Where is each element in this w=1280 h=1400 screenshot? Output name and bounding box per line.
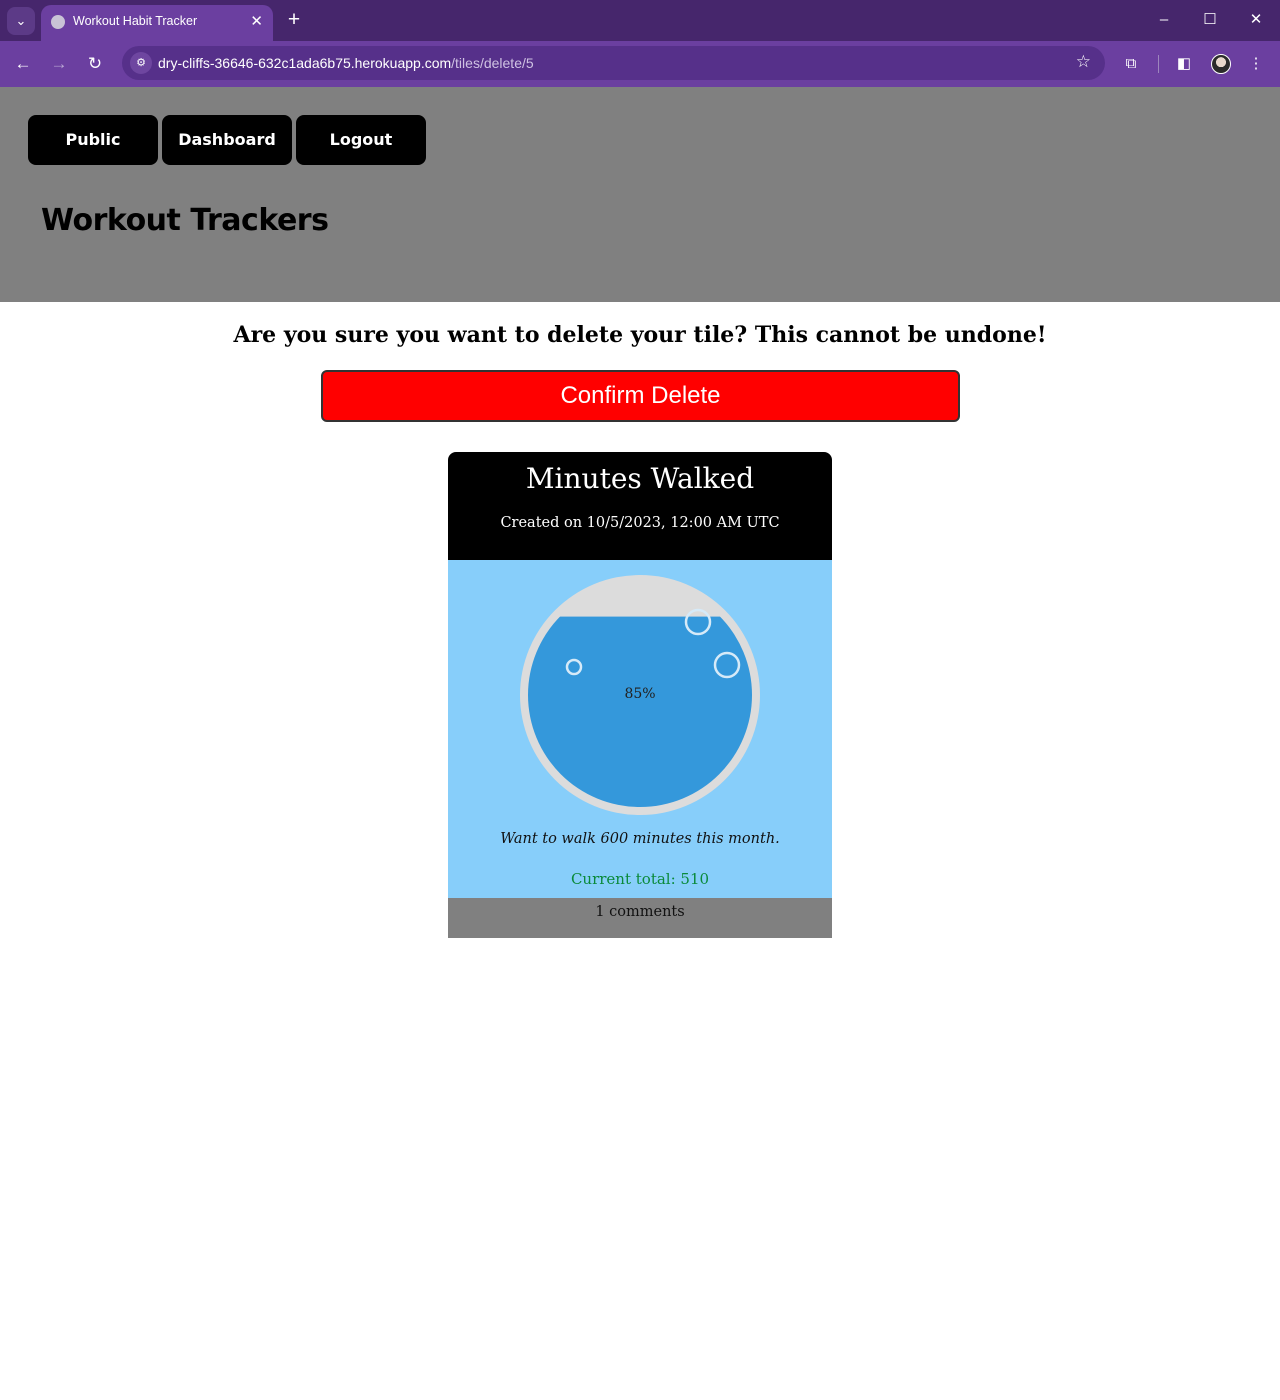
- address-bar[interactable]: ⚙ dry-cliffs-36646-632c1ada6b75.herokuap…: [122, 46, 1105, 80]
- gauge-water-fill: [528, 616, 752, 807]
- page-title: Workout Trackers: [41, 203, 329, 238]
- tile-title: Minutes Walked: [525, 462, 755, 495]
- tab-search-icon[interactable]: ⌄: [7, 7, 35, 35]
- menu-kebab-icon[interactable]: ⋮: [1243, 51, 1269, 77]
- maximize-icon[interactable]: ☐: [1196, 8, 1224, 32]
- side-panel-icon[interactable]: ◧: [1171, 51, 1197, 77]
- comments-link[interactable]: 1 comments: [448, 904, 832, 920]
- new-tab-icon[interactable]: +: [283, 8, 305, 32]
- forward-icon[interactable]: →: [46, 51, 72, 77]
- nav-dashboard-button[interactable]: Dashboard: [162, 115, 292, 165]
- tile-goal-text: Want to walk 600 minutes this month.: [500, 831, 780, 847]
- site-info-icon[interactable]: ⚙: [130, 52, 152, 74]
- bookmark-star-icon[interactable]: ☆: [1076, 52, 1091, 72]
- url-text[interactable]: dry-cliffs-36646-632c1ada6b75.herokuapp.…: [158, 55, 534, 71]
- browser-toolbar: ← → ↻ ⚙ dry-cliffs-36646-632c1ada6b75.he…: [0, 41, 1280, 87]
- toolbar-divider: [1158, 55, 1159, 73]
- browser-tab-bar: ⌄ Workout Habit Tracker ✕ + – ☐ ✕: [0, 0, 1280, 41]
- tile-body: 85% Want to walk 600 minutes this month.…: [448, 560, 832, 898]
- extensions-icon[interactable]: ⧉: [1118, 51, 1144, 77]
- nav-logout-button[interactable]: Logout: [296, 115, 426, 165]
- browser-tab[interactable]: Workout Habit Tracker ✕: [41, 5, 273, 41]
- back-icon[interactable]: ←: [10, 51, 36, 77]
- url-path: /tiles/delete/5: [451, 55, 534, 71]
- delete-warning: Are you sure you want to delete your til…: [233, 322, 1047, 348]
- url-host: dry-cliffs-36646-632c1ada6b75.herokuapp.…: [158, 55, 452, 71]
- confirm-delete-button[interactable]: Confirm Delete: [321, 370, 960, 422]
- tile-current-total: Current total: 510: [570, 870, 710, 888]
- globe-icon: [51, 15, 65, 29]
- page-content: Public Dashboard Logout Workout Trackers…: [0, 87, 1280, 1400]
- tile-created-date: Created on 10/5/2023, 12:00 AM UTC: [500, 515, 780, 531]
- nav-public-button[interactable]: Public: [28, 115, 158, 165]
- tab-title: Workout Habit Tracker: [73, 14, 198, 28]
- minimize-icon[interactable]: –: [1150, 8, 1178, 32]
- close-tab-icon[interactable]: ✕: [250, 12, 263, 30]
- profile-avatar[interactable]: [1211, 54, 1231, 74]
- reload-icon[interactable]: ↻: [82, 51, 108, 77]
- tile-header: Minutes Walked Created on 10/5/2023, 12:…: [448, 452, 832, 560]
- site-header: Public Dashboard Logout Workout Trackers: [0, 87, 1280, 302]
- habit-tile: Minutes Walked Created on 10/5/2023, 12:…: [448, 452, 832, 938]
- tile-footer: 1 comments: [448, 898, 832, 938]
- progress-percent: 85%: [624, 686, 656, 702]
- window-close-icon[interactable]: ✕: [1242, 8, 1270, 32]
